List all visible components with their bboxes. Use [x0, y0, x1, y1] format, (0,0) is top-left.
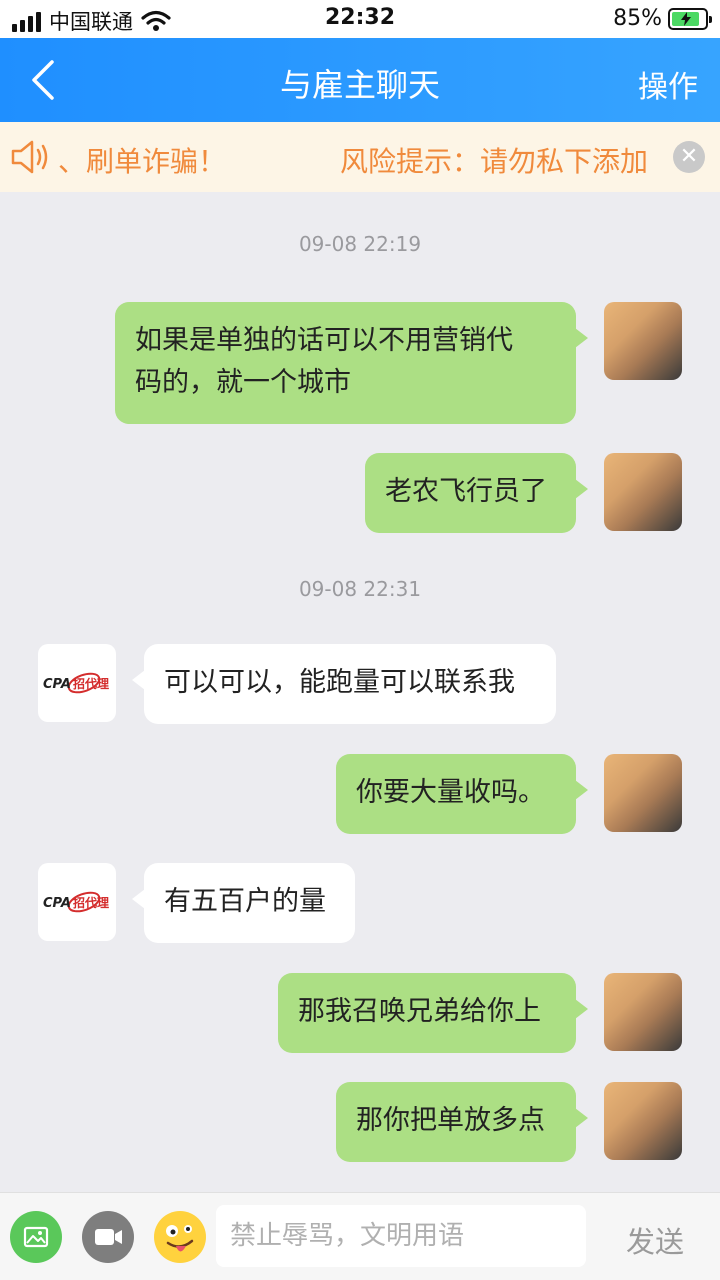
user-avatar[interactable] [604, 302, 682, 380]
user-avatar[interactable] [604, 1082, 682, 1160]
timestamp: 09-08 22:31 [298, 577, 422, 601]
message-text: 你要大量收吗。 [356, 777, 545, 808]
page-title: 与雇主聊天 [279, 66, 440, 104]
svg-text:招代理: 招代理 [73, 676, 109, 691]
speaker-icon [11, 140, 48, 174]
risk-marquee: 、刷单诈骗！ 风险提示：请勿私下添加 [58, 122, 666, 192]
message-input[interactable] [216, 1205, 586, 1267]
svg-text:CPA: CPA [43, 677, 71, 692]
chat-header: 与雇主聊天 操作 [0, 38, 720, 122]
message-bubble-outgoing[interactable]: 如果是单独的话可以不用营销代 码的，就一个城市 [115, 302, 588, 424]
video-button[interactable] [82, 1211, 134, 1263]
employer-avatar[interactable]: CPA 招代理 [38, 644, 116, 722]
message-text: 那我召唤兄弟给你上 [298, 996, 541, 1027]
risk-text-fragment: 、刷单诈骗！ [58, 145, 227, 178]
risk-text-main: 风险提示：请勿私下添加 [340, 145, 649, 178]
input-bar: 发送 [0, 1192, 720, 1280]
message-text: 码的，就一个城市 [135, 367, 351, 398]
close-icon: ✕ [679, 144, 699, 169]
battery-percent: 85% [613, 6, 662, 31]
message-bubble-outgoing[interactable]: 老农飞行员了 [365, 453, 588, 533]
message-text: 可以可以，能跑量可以联系我 [164, 667, 515, 698]
image-icon [23, 1226, 49, 1248]
user-avatar[interactable] [604, 453, 682, 531]
image-button[interactable] [10, 1211, 62, 1263]
message-text: 那你把单放多点 [356, 1105, 545, 1136]
status-time: 22:32 [324, 5, 396, 30]
send-button[interactable]: 发送 [626, 1219, 684, 1261]
message-bubble-outgoing[interactable]: 那我召唤兄弟给你上 [278, 973, 588, 1053]
user-avatar[interactable] [604, 973, 682, 1051]
message-text: 如果是单独的话可以不用营销代 [135, 325, 513, 356]
employer-logo: CPA 招代理 [43, 891, 109, 913]
message-bubble-incoming[interactable]: 有五百户的量 [132, 863, 355, 943]
close-banner-button[interactable]: ✕ [673, 141, 705, 173]
svg-text:招代理: 招代理 [73, 895, 109, 910]
employer-avatar[interactable]: CPA 招代理 [38, 863, 116, 941]
battery-level [672, 11, 700, 26]
battery-icon [668, 7, 712, 30]
status-bar: 中国联通 22:32 85% [0, 0, 720, 38]
action-button[interactable]: 操作 [638, 62, 698, 106]
risk-banner: 、刷单诈骗！ 风险提示：请勿私下添加 ✕ [0, 122, 720, 192]
message-text: 老农飞行员了 [385, 476, 547, 507]
chat-area[interactable]: 09-08 22:19 如果是单独的话可以不用营销代 码的，就一个城市 老农飞行… [0, 192, 720, 1192]
message-bubble-outgoing[interactable]: 那你把单放多点 [336, 1082, 588, 1162]
user-avatar[interactable] [604, 754, 682, 832]
timestamp: 09-08 22:19 [298, 232, 422, 256]
status-right: 85% [613, 6, 712, 31]
svg-text:CPA: CPA [43, 896, 71, 911]
message-bubble-outgoing[interactable]: 你要大量收吗。 [336, 754, 588, 834]
video-camera-icon [95, 1229, 122, 1245]
message-text: 有五百户的量 [164, 886, 326, 917]
charging-bolt-icon [680, 11, 691, 26]
emoji-button[interactable] [154, 1211, 206, 1263]
emoji-icon [155, 1212, 205, 1262]
employer-logo: CPA 招代理 [43, 672, 109, 694]
message-bubble-incoming[interactable]: 可以可以，能跑量可以联系我 [132, 644, 556, 724]
